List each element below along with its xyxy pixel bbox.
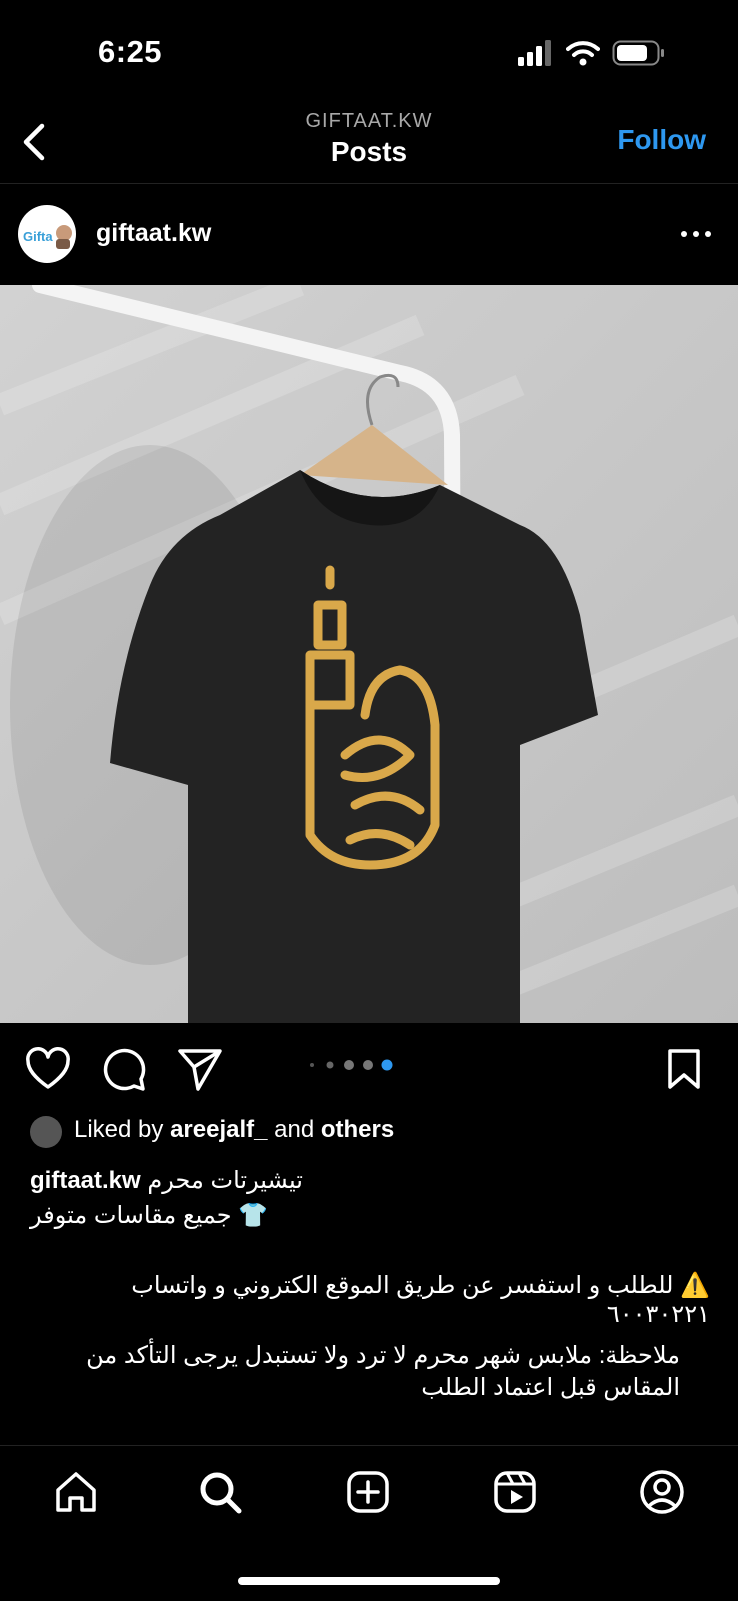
battery-icon	[612, 40, 664, 66]
caption-author[interactable]: giftaat.kw	[30, 1167, 141, 1194]
carousel-dot	[310, 1063, 314, 1067]
carousel-dot	[326, 1061, 334, 1069]
caption-line-2: 👕 جميع مقاسات متوفر	[30, 1202, 269, 1229]
wifi-icon	[566, 41, 600, 66]
paper-plane-icon[interactable]	[176, 1045, 224, 1093]
follow-button[interactable]: Follow	[617, 124, 706, 156]
carousel-dot	[363, 1060, 373, 1070]
home-icon[interactable]	[52, 1468, 100, 1516]
comment-icon[interactable]	[100, 1045, 148, 1093]
carousel-dot-active	[381, 1059, 393, 1071]
status-time: 6:25	[98, 34, 163, 69]
caption-line-4: ملاحظة: ملابس شهر محرم لا ترد ولا تستبدل…	[86, 1342, 680, 1401]
caption-first-line: giftaat.kw تيشيرتات محرم	[30, 1166, 303, 1195]
header-divider	[0, 183, 738, 184]
post-username[interactable]: giftaat.kw	[96, 219, 211, 248]
avatar[interactable]: Gifta	[18, 205, 76, 263]
cellular-signal-icon	[518, 40, 551, 66]
avatar-logo-text: Gifta	[23, 229, 53, 244]
liked-others[interactable]: others	[321, 1116, 394, 1143]
liker-avatar[interactable]	[30, 1116, 62, 1148]
carousel-dot	[344, 1060, 354, 1070]
heart-icon[interactable]	[24, 1045, 72, 1093]
plus-square-icon[interactable]	[344, 1468, 392, 1516]
home-indicator	[238, 1577, 500, 1585]
caption-line-1: تيشيرتات محرم	[147, 1167, 303, 1194]
ellipsis-icon[interactable]	[676, 219, 716, 249]
search-icon[interactable]	[196, 1468, 244, 1516]
carousel-indicator	[300, 1058, 400, 1072]
liker-username[interactable]: areejalf_	[170, 1116, 267, 1143]
reels-icon[interactable]	[491, 1468, 539, 1516]
caption-line-3: ⚠️ للطلب و استفسر عن طريق الموقع الكترون…	[131, 1272, 710, 1328]
post-image[interactable]	[0, 285, 738, 1023]
bookmark-icon[interactable]	[660, 1045, 708, 1093]
profile-icon[interactable]	[638, 1468, 686, 1516]
liked-by-text[interactable]: Liked by areejalf_ and others	[74, 1116, 394, 1152]
